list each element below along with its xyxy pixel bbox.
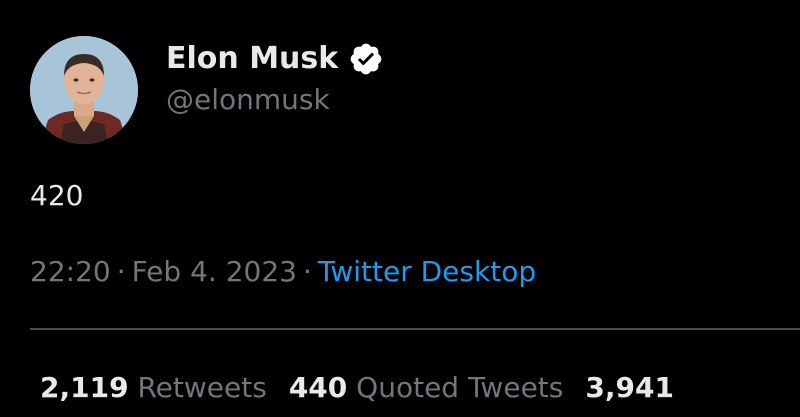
retweets-stat[interactable]: 2,119 Retweets	[40, 371, 267, 404]
likes-count: 3,941	[585, 371, 674, 404]
tweet-stats: 2,119 Retweets 440 Quoted Tweets 3,941	[40, 368, 696, 408]
profile-photo-icon	[30, 36, 138, 144]
quoted-label: Quoted Tweets	[356, 371, 564, 404]
tweet-metadata: 22:20 · Feb 4. 2023 · Twitter Desktop	[30, 254, 536, 290]
meta-separator: ·	[116, 255, 126, 288]
tweet-time[interactable]: 22:20	[30, 255, 111, 288]
likes-stat[interactable]: 3,941	[585, 371, 674, 404]
author-name-text[interactable]: Elon Musk	[166, 40, 338, 78]
verified-badge-icon	[348, 41, 384, 77]
avatar[interactable]	[30, 36, 138, 144]
quoted-tweets-stat[interactable]: 440 Quoted Tweets	[289, 371, 564, 404]
divider	[30, 328, 800, 330]
author-handle[interactable]: @elonmusk	[166, 82, 330, 118]
retweets-label: Retweets	[137, 371, 267, 404]
tweet-card: Elon Musk @elonmusk 420 22:20 · Feb 4. 202…	[0, 0, 800, 417]
tweet-date[interactable]: Feb 4. 2023	[132, 255, 297, 288]
author-display-name[interactable]: Elon Musk	[166, 40, 384, 78]
tweet-text: 420	[30, 179, 84, 212]
retweets-count: 2,119	[40, 371, 129, 404]
tweet-source-link[interactable]: Twitter Desktop	[318, 255, 536, 288]
quoted-count: 440	[288, 371, 348, 404]
meta-separator: ·	[302, 255, 312, 288]
